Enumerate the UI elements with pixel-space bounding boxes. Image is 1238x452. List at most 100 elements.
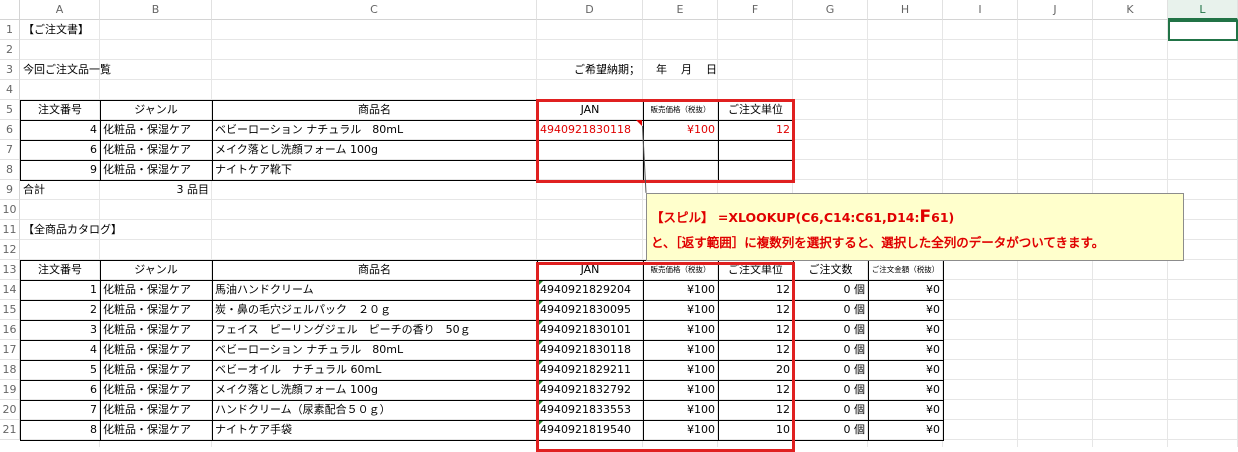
catalog-jan-cell[interactable]: 4940921829211	[537, 360, 643, 380]
catalog-amount-cell[interactable]: ¥0	[868, 400, 943, 420]
catalog-unit-cell[interactable]: 10	[718, 420, 793, 440]
select-all-corner[interactable]	[0, 0, 20, 20]
catalog-amount-cell[interactable]: ¥0	[868, 280, 943, 300]
row-header-3[interactable]: 3	[0, 60, 20, 80]
row-header-17[interactable]: 17	[0, 340, 20, 360]
catalog-unit-cell[interactable]: 12	[718, 280, 793, 300]
catalog-qty-cell[interactable]: 0 個	[793, 420, 868, 440]
catalog-jan-cell[interactable]: 4940921829204	[537, 280, 643, 300]
catalog-header-amount[interactable]: ご注文金額（税抜）	[868, 260, 943, 280]
row-header-9[interactable]: 9	[0, 180, 20, 200]
catalog-no-cell[interactable]: 4	[20, 340, 100, 360]
spill-comment-note[interactable]: 【スピル】 =XLOOKUP(C6,C14:C61,D14:F61) と、［返す範…	[646, 193, 1184, 261]
catalog-unit-cell[interactable]: 12	[718, 380, 793, 400]
catalog-jan-cell[interactable]: 4940921830101	[537, 320, 643, 340]
column-header-k[interactable]: K	[1093, 0, 1168, 20]
order-unit-cell[interactable]	[718, 140, 793, 160]
catalog-jan-cell[interactable]: 4940921819540	[537, 420, 643, 440]
catalog-genre-cell[interactable]: 化粧品・保湿ケア	[100, 320, 212, 340]
catalog-header-no[interactable]: 注文番号	[20, 260, 100, 280]
order-header-no[interactable]: 注文番号	[20, 100, 100, 120]
catalog-qty-cell[interactable]: 0 個	[793, 400, 868, 420]
catalog-qty-cell[interactable]: 0 個	[793, 380, 868, 400]
row-header-5[interactable]: 5	[0, 100, 20, 120]
catalog-genre-cell[interactable]: 化粧品・保湿ケア	[100, 380, 212, 400]
catalog-name-cell[interactable]: ベビーローション ナチュラル 80mL	[212, 340, 537, 360]
row-header-21[interactable]: 21	[0, 420, 20, 440]
order-unit-cell[interactable]: 12	[718, 120, 793, 140]
catalog-price-cell[interactable]: ¥100	[643, 280, 718, 300]
catalog-no-cell[interactable]: 3	[20, 320, 100, 340]
catalog-price-cell[interactable]: ¥100	[643, 380, 718, 400]
order-price-cell[interactable]	[643, 160, 718, 180]
catalog-header-price[interactable]: 販売価格（税抜）	[643, 260, 718, 280]
row-header-2[interactable]: 2	[0, 40, 20, 60]
sheet-title[interactable]: 【ご注文書】	[20, 20, 212, 40]
catalog-no-cell[interactable]: 7	[20, 400, 100, 420]
order-name-cell[interactable]: ナイトケア靴下	[212, 160, 537, 180]
column-header-h[interactable]: H	[868, 0, 943, 20]
row-header-13[interactable]: 13	[0, 260, 20, 280]
order-no-cell[interactable]: 9	[20, 160, 100, 180]
catalog-price-cell[interactable]: ¥100	[643, 340, 718, 360]
catalog-genre-cell[interactable]: 化粧品・保湿ケア	[100, 400, 212, 420]
order-price-cell[interactable]	[643, 140, 718, 160]
row-header-18[interactable]: 18	[0, 360, 20, 380]
catalog-jan-cell[interactable]: 4940921832792	[537, 380, 643, 400]
catalog-name-cell[interactable]: ベビーオイル ナチュラル 60mL	[212, 360, 537, 380]
row-header-19[interactable]: 19	[0, 380, 20, 400]
column-header-i[interactable]: I	[943, 0, 1018, 20]
catalog-header-genre[interactable]: ジャンル	[100, 260, 212, 280]
catalog-no-cell[interactable]: 6	[20, 380, 100, 400]
catalog-price-cell[interactable]: ¥100	[643, 360, 718, 380]
catalog-unit-cell[interactable]: 12	[718, 400, 793, 420]
row-header-6[interactable]: 6	[0, 120, 20, 140]
catalog-no-cell[interactable]: 2	[20, 300, 100, 320]
row-header-14[interactable]: 14	[0, 280, 20, 300]
order-header-genre[interactable]: ジャンル	[100, 100, 212, 120]
catalog-price-cell[interactable]: ¥100	[643, 420, 718, 440]
catalog-price-cell[interactable]: ¥100	[643, 300, 718, 320]
catalog-name-cell[interactable]: ハンドクリーム（尿素配合５０ｇ）	[212, 400, 537, 420]
spreadsheet[interactable]: A B C D E F G H I J K L 1 2 3 4 5 6 7 8 9 10 11 12 13 14 15 16 17 18 1…	[0, 0, 1238, 452]
row-header-11[interactable]: 11	[0, 220, 20, 240]
order-list-title[interactable]: 今回ご注文品一覧	[20, 60, 212, 80]
catalog-qty-cell[interactable]: 0 個	[793, 300, 868, 320]
row-header-15[interactable]: 15	[0, 300, 20, 320]
catalog-unit-cell[interactable]: 12	[718, 320, 793, 340]
catalog-genre-cell[interactable]: 化粧品・保湿ケア	[100, 300, 212, 320]
order-name-cell[interactable]: メイク落とし洗顔フォーム 100g	[212, 140, 537, 160]
row-header-1[interactable]: 1	[0, 20, 20, 40]
catalog-header-jan[interactable]: JAN	[537, 260, 643, 280]
catalog-name-cell[interactable]: メイク落とし洗顔フォーム 100g	[212, 380, 537, 400]
catalog-header-name[interactable]: 商品名	[212, 260, 537, 280]
order-genre-cell[interactable]: 化粧品・保湿ケア	[100, 120, 212, 140]
row-header-12[interactable]: 12	[0, 240, 20, 260]
catalog-unit-cell[interactable]: 12	[718, 340, 793, 360]
order-genre-cell[interactable]: 化粧品・保湿ケア	[100, 160, 212, 180]
catalog-amount-cell[interactable]: ¥0	[868, 320, 943, 340]
row-header-8[interactable]: 8	[0, 160, 20, 180]
catalog-header-qty[interactable]: ご注文数	[793, 260, 868, 280]
catalog-name-cell[interactable]: 炭・鼻の毛穴ジェルパック ２０ｇ	[212, 300, 537, 320]
column-header-j[interactable]: J	[1018, 0, 1093, 20]
catalog-no-cell[interactable]: 8	[20, 420, 100, 440]
catalog-price-cell[interactable]: ¥100	[643, 320, 718, 340]
order-no-cell[interactable]: 6	[20, 140, 100, 160]
catalog-qty-cell[interactable]: 0 個	[793, 340, 868, 360]
column-header-a[interactable]: A	[20, 0, 100, 20]
delivery-label[interactable]: ご希望納期；	[537, 60, 643, 80]
catalog-qty-cell[interactable]: 0 個	[793, 320, 868, 340]
catalog-title[interactable]: 【全商品カタログ】	[20, 220, 212, 240]
catalog-genre-cell[interactable]: 化粧品・保湿ケア	[100, 340, 212, 360]
order-unit-cell[interactable]	[718, 160, 793, 180]
row-header-7[interactable]: 7	[0, 140, 20, 160]
column-header-g[interactable]: G	[793, 0, 868, 20]
catalog-amount-cell[interactable]: ¥0	[868, 340, 943, 360]
catalog-genre-cell[interactable]: 化粧品・保湿ケア	[100, 420, 212, 440]
catalog-amount-cell[interactable]: ¥0	[868, 380, 943, 400]
catalog-genre-cell[interactable]: 化粧品・保湿ケア	[100, 280, 212, 300]
catalog-unit-cell[interactable]: 12	[718, 300, 793, 320]
row-header-20[interactable]: 20	[0, 400, 20, 420]
order-header-jan[interactable]: JAN	[537, 100, 643, 120]
